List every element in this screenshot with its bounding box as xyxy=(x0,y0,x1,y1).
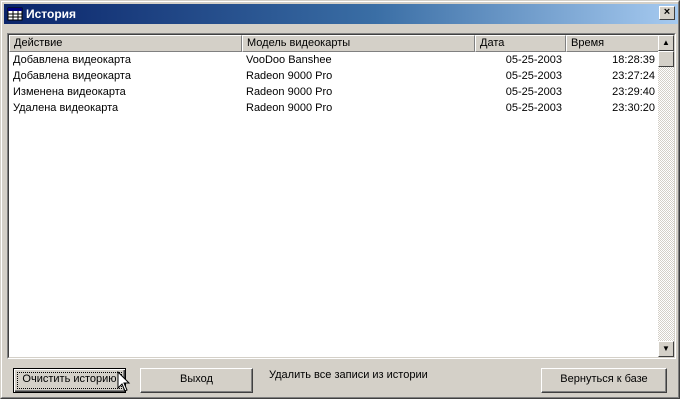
cell-action: Добавлена видеокарта xyxy=(13,70,131,82)
list-rows: Добавлена видеокарта VooDoo Banshee 05-2… xyxy=(9,52,659,116)
cell-time: 23:29:40 xyxy=(612,86,655,98)
back-to-database-label: Вернуться к базе xyxy=(560,373,648,385)
focus-rectangle xyxy=(17,372,122,389)
list-header: Действие Модель видеокарты Дата Время xyxy=(9,35,659,52)
table-row[interactable]: Изменена видеокарта Radeon 9000 Pro 05-2… xyxy=(9,84,659,100)
scroll-thumb[interactable] xyxy=(658,51,674,67)
column-header-action[interactable]: Действие xyxy=(9,35,242,52)
cell-time: 23:27:24 xyxy=(612,70,655,82)
cell-date: 05-25-2003 xyxy=(505,54,562,66)
title-bar[interactable]: История × xyxy=(4,4,678,24)
exit-button[interactable]: Выход xyxy=(140,368,253,393)
column-header-model[interactable]: Модель видеокарты xyxy=(242,35,475,52)
cell-model: Radeon 9000 Pro xyxy=(246,70,333,82)
status-hint: Удалить все записи из истории xyxy=(269,369,428,381)
cell-action: Изменена видеокарта xyxy=(13,86,126,98)
table-row[interactable]: Добавлена видеокарта Radeon 9000 Pro 05-… xyxy=(9,68,659,84)
cell-model: VooDoo Banshee xyxy=(246,54,332,66)
history-list-inner: Действие Модель видеокарты Дата Время До… xyxy=(8,34,675,358)
close-button[interactable]: × xyxy=(659,6,675,20)
clear-history-button[interactable]: Очистить историю xyxy=(13,368,126,393)
close-icon: × xyxy=(663,6,671,18)
cell-date: 05-25-2003 xyxy=(505,102,562,114)
back-to-database-button[interactable]: Вернуться к базе xyxy=(541,368,667,393)
mouse-pointer-icon xyxy=(117,371,131,392)
cell-date: 05-25-2003 xyxy=(505,70,562,82)
exit-label: Выход xyxy=(180,373,213,385)
history-list[interactable]: Действие Модель видеокарты Дата Время До… xyxy=(7,33,676,359)
cell-action: Удалена видеокарта xyxy=(13,102,119,114)
vertical-scrollbar[interactable]: ▲ ▼ xyxy=(658,35,674,357)
cell-time: 18:28:39 xyxy=(612,54,655,66)
cell-model: Radeon 9000 Pro xyxy=(246,86,333,98)
arrow-up-icon: ▲ xyxy=(662,38,670,47)
cell-action: Добавлена видеокарта xyxy=(13,54,131,66)
cell-model: Radeon 9000 Pro xyxy=(246,102,333,114)
table-grid-icon xyxy=(7,7,23,21)
cell-date: 05-25-2003 xyxy=(505,86,562,98)
cell-time: 23:30:20 xyxy=(612,102,655,114)
window-frame: История × Действие Модель видеокарты Дат… xyxy=(1,1,679,398)
history-window: История × Действие Модель видеокарты Дат… xyxy=(0,0,680,399)
column-header-date[interactable]: Дата xyxy=(475,35,566,52)
scroll-down-button[interactable]: ▼ xyxy=(658,341,674,357)
column-header-time[interactable]: Время xyxy=(566,35,659,52)
table-row[interactable]: Удалена видеокарта Radeon 9000 Pro 05-25… xyxy=(9,100,659,116)
scroll-up-button[interactable]: ▲ xyxy=(658,35,674,51)
arrow-down-icon: ▼ xyxy=(662,344,670,353)
window-title: История xyxy=(26,7,77,21)
table-row[interactable]: Добавлена видеокарта VooDoo Banshee 05-2… xyxy=(9,52,659,68)
